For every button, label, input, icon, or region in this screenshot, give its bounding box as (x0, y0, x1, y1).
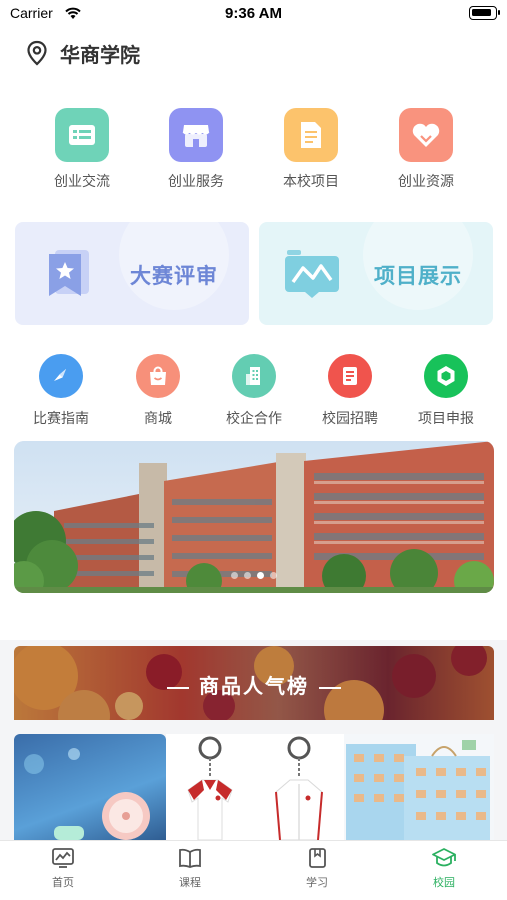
campus-building-photo (14, 441, 494, 593)
quick-action-startup-resources[interactable]: 创业资源 (371, 108, 481, 191)
shortcut-row: 比赛指南 商城 校企合作 校园招聘 项目申报 (0, 354, 507, 434)
shortcut-campus-recruitment[interactable]: 校园招聘 (302, 354, 398, 428)
banner-label: 项目展示 (374, 264, 462, 288)
tab-label: 首页 (52, 876, 74, 889)
heart-tag-icon (399, 108, 453, 162)
graduation-cap-icon (432, 848, 456, 867)
tab-home[interactable]: 首页 (0, 847, 126, 890)
popular-products-banner[interactable]: 商品人气榜 (14, 646, 494, 720)
project-showcase-banner[interactable]: 项目展示 (259, 222, 493, 325)
shortcut-label: 比赛指南 (33, 411, 89, 427)
quick-action-label: 创业服务 (168, 174, 224, 190)
carousel-dot[interactable] (270, 572, 277, 579)
product-card-keychain-red[interactable] (166, 734, 254, 840)
tab-label: 学习 (306, 876, 328, 889)
building-icon (232, 354, 276, 398)
banner-label: 大赛评审 (130, 264, 218, 288)
carousel-dot[interactable] (231, 572, 238, 579)
quick-action-school-projects[interactable]: 本校项目 (256, 108, 366, 191)
shortcut-label: 校企合作 (226, 411, 282, 427)
mini-fan-image (24, 748, 150, 840)
hexagon-icon (424, 354, 468, 398)
campus-carousel[interactable] (14, 441, 494, 593)
recruit-doc-icon (328, 354, 372, 398)
quick-action-label: 本校项目 (283, 174, 339, 190)
location-name: 华商学院 (60, 42, 140, 67)
shortcut-mall[interactable]: 商城 (110, 354, 206, 428)
carousel-indicators (14, 572, 494, 579)
quick-action-label: 创业交流 (54, 174, 110, 190)
star-bookmark-icon (49, 250, 89, 296)
shop-icon (169, 108, 223, 162)
quick-action-label: 创业资源 (398, 174, 454, 190)
status-time: 9:36 AM (225, 5, 282, 22)
popular-products-title: 商品人气榜 (199, 674, 309, 698)
carousel-dot-active[interactable] (257, 572, 264, 579)
chart-screen-icon (52, 848, 74, 868)
gift-bags-image (344, 734, 494, 840)
tab-campus[interactable]: 校园 (381, 847, 507, 890)
notebook-icon (309, 848, 326, 868)
bottom-tab-bar: 首页 课程 学习 校园 (0, 840, 507, 900)
title-dash (319, 686, 341, 689)
tab-courses[interactable]: 课程 (127, 847, 253, 890)
shortcut-school-enterprise[interactable]: 校企合作 (206, 354, 302, 428)
shopping-bag-icon (136, 354, 180, 398)
product-card-fan[interactable] (14, 734, 166, 840)
shortcut-label: 校园招聘 (322, 411, 378, 427)
competition-review-banner[interactable]: 大赛评审 (15, 222, 249, 325)
status-bar: Carrier 9:36 AM (0, 0, 507, 28)
chart-board-icon (285, 250, 339, 298)
tab-study[interactable]: 学习 (254, 847, 380, 890)
popular-products-title-row: 商品人气榜 (14, 670, 494, 699)
tab-label: 校园 (433, 876, 455, 889)
quick-actions: 创业交流 创业服务 本校项目 创业资源 (0, 108, 507, 198)
tab-label: 课程 (179, 876, 201, 889)
location-pin-icon (27, 40, 47, 66)
book-icon (179, 848, 201, 868)
shortcut-project-application[interactable]: 项目申报 (398, 354, 494, 428)
document-icon (284, 108, 338, 162)
red-uniform-keychain-image (187, 736, 233, 840)
battery-icon (469, 6, 500, 20)
shortcut-label: 商城 (144, 411, 172, 427)
product-list (14, 734, 494, 840)
shortcut-competition-guide[interactable]: 比赛指南 (13, 354, 109, 428)
location-selector[interactable]: 华商学院 (26, 38, 140, 68)
shortcut-label: 项目申报 (418, 411, 474, 427)
white-uniform-keychain-image (275, 736, 323, 840)
product-card-gift-bags[interactable] (344, 734, 494, 840)
carousel-dot[interactable] (244, 572, 251, 579)
quick-action-startup-service[interactable]: 创业服务 (141, 108, 251, 191)
product-card-keychain-white[interactable] (254, 734, 344, 840)
card-list-icon (55, 108, 109, 162)
compass-icon (39, 354, 83, 398)
quick-action-startup-exchange[interactable]: 创业交流 (27, 108, 137, 191)
title-dash (167, 686, 189, 689)
